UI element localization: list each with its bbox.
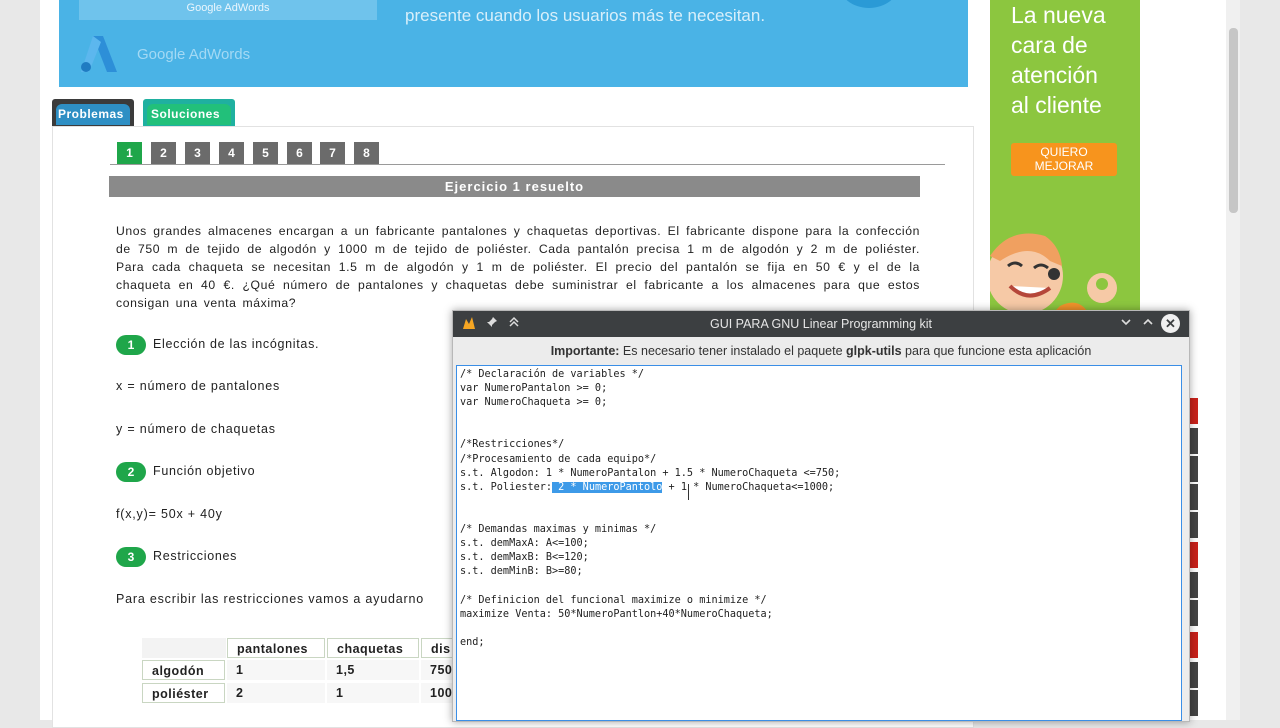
table-row-header: poliéster: [142, 683, 225, 703]
problem-statement: Unos grandes almacenes encargan a un fab…: [116, 224, 920, 310]
ad-cta-line-2: MEJORAR: [1034, 159, 1094, 173]
page-scrollbar-thumb[interactable]: [1229, 28, 1238, 213]
minimize-icon[interactable]: [1118, 316, 1134, 332]
ad-line-1: La nueva: [1011, 2, 1106, 28]
window-titlebar[interactable]: GUI PARA GNU Linear Programming kit ✕: [453, 311, 1189, 337]
glpk-gui-window[interactable]: GUI PARA GNU Linear Programming kit ✕ Im…: [452, 310, 1190, 722]
ad-cta-line-1: QUIERO: [1040, 145, 1088, 159]
glpk-notice: Importante: Es necesario tener instalado…: [453, 337, 1189, 365]
pin-icon[interactable]: [484, 316, 500, 332]
tab-soluciones-label: Soluciones: [147, 104, 231, 125]
variable-x: x = número de pantalones: [116, 379, 281, 393]
step-number: 1: [116, 335, 146, 355]
ad-headline: La nueva cara de atención al cliente: [1011, 0, 1106, 120]
tab-problemas[interactable]: Problemas: [52, 99, 134, 126]
table-corner: [142, 638, 226, 658]
step-number: 2: [116, 462, 146, 482]
banner-tagline: presente cuando los usuarios más te nece…: [405, 6, 766, 25]
pagination-divider: [110, 164, 945, 165]
exercise-title: Ejercicio 1 resuelto: [109, 176, 920, 197]
notice-text-1: Es necesario tener instalado el paquete: [619, 344, 846, 358]
window-title: GUI PARA GNU Linear Programming kit: [709, 317, 933, 331]
notice-label: Importante:: [550, 344, 620, 358]
ad-line-3: atención: [1011, 62, 1098, 88]
shade-icon[interactable]: [506, 316, 522, 332]
google-adwords-logo-icon: [81, 36, 117, 72]
ad-line-4: al cliente: [1011, 92, 1102, 118]
right-ad[interactable]: La nueva cara de atención al cliente QUI…: [990, 0, 1140, 310]
table-cell: 1,5: [327, 660, 419, 680]
table-row-header: algodón: [142, 660, 225, 680]
banner-circle-decoration: [839, 0, 899, 8]
page-button-7[interactable]: 7: [320, 142, 345, 164]
variable-y: y = número de chaquetas: [116, 422, 276, 436]
step-number: 3: [116, 547, 146, 567]
restrictions-intro: Para escribir las restricciones vamos a …: [116, 592, 424, 606]
app-icon: [461, 316, 477, 332]
close-icon[interactable]: ✕: [1161, 314, 1180, 333]
ad-cta-button[interactable]: QUIERO MEJORAR: [1011, 143, 1117, 176]
table-cell: 2: [227, 683, 325, 703]
model-code: /* Declaración de variables */ var Numer…: [460, 368, 840, 650]
table-header: chaquetas: [327, 638, 419, 658]
banner-strip: Google AdWords: [79, 0, 377, 20]
code-selection: 2 * NumeroPantolo: [552, 481, 663, 493]
code-before-selection: /* Declaración de variables */ var Numer…: [460, 369, 841, 493]
table-header: pantalones: [227, 638, 325, 658]
ad-line-2: cara de: [1011, 32, 1088, 58]
step-label: Función objetivo: [153, 464, 256, 478]
code-after-selection: + 1 * NumeroChaqueta<=1000; /* Demandas …: [460, 481, 835, 648]
top-banner-ad[interactable]: Google AdWords Google AdWords presente c…: [59, 0, 968, 87]
maximize-icon[interactable]: [1140, 316, 1156, 332]
page-button-8[interactable]: 8: [354, 142, 379, 164]
tab-soluciones[interactable]: Soluciones: [143, 99, 235, 126]
banner-brand: Google AdWords: [137, 46, 251, 63]
page-button-2[interactable]: 2: [151, 142, 176, 164]
page-button-4[interactable]: 4: [219, 142, 244, 164]
notice-text-2: para que funcione esta aplicación: [901, 344, 1092, 358]
notice-package: glpk-utils: [846, 344, 902, 358]
tab-problemas-label: Problemas: [56, 104, 130, 125]
table-cell: 1: [227, 660, 325, 680]
mascot-icon: [990, 233, 1117, 310]
page-button-6[interactable]: 6: [287, 142, 312, 164]
step-label: Elección de las incógnitas.: [153, 337, 320, 351]
table-cell: 1: [327, 683, 419, 703]
model-editor-textarea[interactable]: /* Declaración de variables */ var Numer…: [456, 365, 1182, 721]
page-button-3[interactable]: 3: [185, 142, 210, 164]
text-cursor: [688, 484, 689, 500]
page-button-1[interactable]: 1: [117, 142, 142, 164]
step-label: Restricciones: [153, 549, 238, 563]
page-button-5[interactable]: 5: [253, 142, 278, 164]
objective-function: f(x,y)= 50x + 40y: [116, 507, 223, 521]
